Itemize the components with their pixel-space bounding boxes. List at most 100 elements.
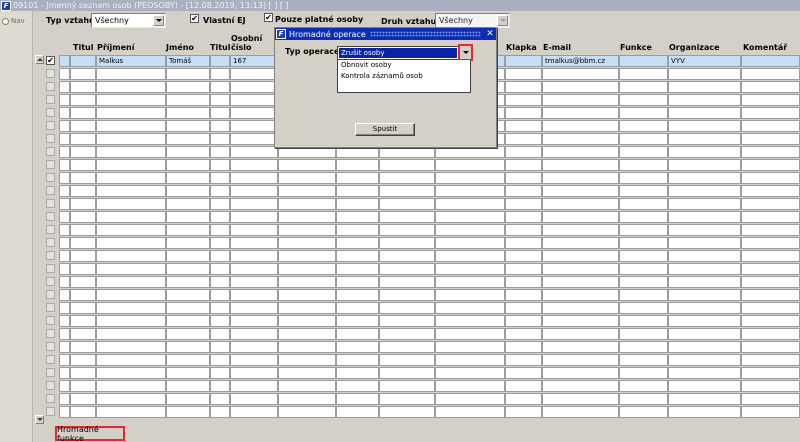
table-cell[interactable] bbox=[336, 341, 379, 353]
table-cell[interactable] bbox=[166, 146, 210, 158]
table-cell[interactable] bbox=[435, 185, 505, 197]
table-cell[interactable] bbox=[379, 263, 435, 275]
table-cell[interactable] bbox=[210, 185, 230, 197]
table-cell[interactable] bbox=[230, 250, 278, 262]
table-cell[interactable] bbox=[379, 406, 435, 418]
table-cell[interactable] bbox=[96, 341, 166, 353]
table-cell[interactable] bbox=[505, 263, 542, 275]
table-cell[interactable] bbox=[619, 250, 668, 262]
table-cell[interactable] bbox=[230, 406, 278, 418]
table-cell[interactable] bbox=[59, 289, 70, 301]
table-cell[interactable] bbox=[741, 185, 800, 197]
table-cell[interactable] bbox=[336, 263, 379, 275]
table-cell[interactable] bbox=[278, 198, 336, 210]
table-cell[interactable] bbox=[505, 315, 542, 327]
table-cell[interactable] bbox=[96, 380, 166, 392]
table-cell[interactable] bbox=[230, 237, 278, 249]
table-cell[interactable] bbox=[542, 380, 619, 392]
row-checkbox[interactable] bbox=[46, 316, 55, 325]
table-cell[interactable] bbox=[166, 81, 210, 93]
table-cell[interactable] bbox=[336, 185, 379, 197]
table-cell[interactable] bbox=[542, 211, 619, 223]
table-cell[interactable] bbox=[210, 224, 230, 236]
table-cell[interactable] bbox=[336, 328, 379, 340]
table-cell[interactable] bbox=[166, 211, 210, 223]
table-cell[interactable] bbox=[210, 55, 230, 67]
table-row[interactable] bbox=[33, 328, 800, 341]
table-cell[interactable] bbox=[96, 198, 166, 210]
table-cell[interactable] bbox=[166, 367, 210, 379]
table-cell[interactable] bbox=[59, 237, 70, 249]
row-checkbox[interactable] bbox=[46, 199, 55, 208]
table-cell[interactable] bbox=[59, 198, 70, 210]
table-cell[interactable] bbox=[542, 237, 619, 249]
table-cell[interactable] bbox=[59, 263, 70, 275]
table-cell[interactable] bbox=[70, 198, 96, 210]
table-cell[interactable] bbox=[210, 302, 230, 314]
table-cell[interactable] bbox=[70, 289, 96, 301]
table-cell[interactable] bbox=[505, 250, 542, 262]
table-cell[interactable] bbox=[741, 172, 800, 184]
cell-email[interactable]: tmalkus@bbm.cz bbox=[542, 55, 619, 67]
table-cell[interactable] bbox=[619, 159, 668, 171]
cell-osobni-cislo[interactable]: 167 bbox=[230, 55, 278, 67]
row-checkbox[interactable] bbox=[46, 147, 55, 156]
table-cell[interactable] bbox=[166, 302, 210, 314]
run-button[interactable]: Spustit bbox=[355, 123, 415, 136]
table-cell[interactable] bbox=[379, 328, 435, 340]
table-row[interactable] bbox=[33, 211, 800, 224]
table-cell[interactable] bbox=[668, 380, 741, 392]
row-checkbox[interactable] bbox=[46, 160, 55, 169]
table-cell[interactable] bbox=[505, 94, 542, 106]
table-cell[interactable] bbox=[96, 289, 166, 301]
table-cell[interactable] bbox=[505, 302, 542, 314]
table-cell[interactable] bbox=[336, 289, 379, 301]
table-cell[interactable] bbox=[230, 380, 278, 392]
table-cell[interactable] bbox=[505, 276, 542, 288]
table-cell[interactable] bbox=[379, 341, 435, 353]
table-cell[interactable] bbox=[166, 289, 210, 301]
table-cell[interactable] bbox=[210, 406, 230, 418]
table-cell[interactable] bbox=[96, 146, 166, 158]
table-cell[interactable] bbox=[435, 367, 505, 379]
table-cell[interactable] bbox=[619, 120, 668, 132]
table-cell[interactable] bbox=[70, 354, 96, 366]
table-cell[interactable] bbox=[59, 276, 70, 288]
table-row[interactable] bbox=[33, 380, 800, 393]
table-cell[interactable] bbox=[505, 406, 542, 418]
table-cell[interactable] bbox=[96, 406, 166, 418]
table-cell[interactable] bbox=[542, 328, 619, 340]
table-cell[interactable] bbox=[542, 263, 619, 275]
table-cell[interactable] bbox=[505, 120, 542, 132]
table-cell[interactable] bbox=[435, 341, 505, 353]
table-row[interactable] bbox=[33, 289, 800, 302]
table-cell[interactable] bbox=[96, 107, 166, 119]
row-checkbox[interactable] bbox=[46, 381, 55, 390]
table-cell[interactable] bbox=[619, 55, 668, 67]
table-cell[interactable] bbox=[96, 224, 166, 236]
table-cell[interactable] bbox=[668, 146, 741, 158]
scroll-up-button[interactable] bbox=[35, 55, 44, 64]
table-cell[interactable] bbox=[619, 341, 668, 353]
table-cell[interactable] bbox=[741, 81, 800, 93]
table-cell[interactable] bbox=[210, 133, 230, 145]
table-cell[interactable] bbox=[230, 367, 278, 379]
table-cell[interactable] bbox=[505, 380, 542, 392]
table-cell[interactable] bbox=[336, 211, 379, 223]
table-cell[interactable] bbox=[278, 263, 336, 275]
cell-organizace[interactable]: VYV bbox=[668, 55, 741, 67]
table-cell[interactable] bbox=[96, 237, 166, 249]
table-cell[interactable] bbox=[619, 263, 668, 275]
table-cell[interactable] bbox=[278, 380, 336, 392]
table-cell[interactable] bbox=[96, 133, 166, 145]
table-row[interactable] bbox=[33, 237, 800, 250]
table-cell[interactable] bbox=[668, 107, 741, 119]
table-cell[interactable] bbox=[505, 146, 542, 158]
row-checkbox[interactable] bbox=[46, 121, 55, 130]
table-cell[interactable] bbox=[619, 289, 668, 301]
table-cell[interactable] bbox=[70, 68, 96, 80]
table-cell[interactable] bbox=[668, 68, 741, 80]
table-cell[interactable] bbox=[166, 354, 210, 366]
table-cell[interactable] bbox=[230, 133, 278, 145]
table-cell[interactable] bbox=[59, 94, 70, 106]
